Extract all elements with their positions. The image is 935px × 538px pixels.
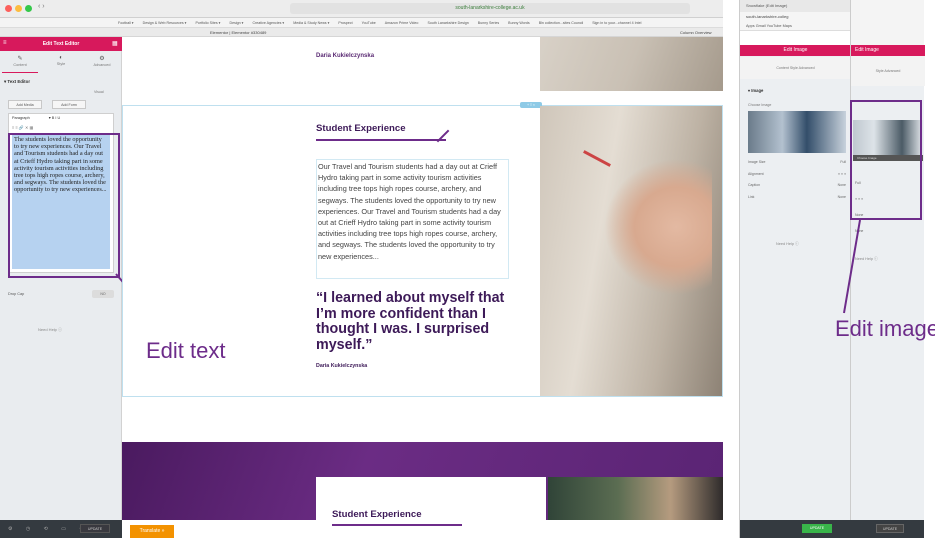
gear-icon: ⚙	[99, 56, 105, 62]
right-browser-window: Snowflake (Edit Image) south-lanarkshire…	[739, 0, 850, 538]
image-thumbnail[interactable]	[748, 111, 846, 153]
tab-style[interactable]: ◐ Style	[41, 51, 81, 73]
tab-label: Content	[13, 63, 27, 67]
bookmark-item[interactable]: Bunny Words	[508, 21, 530, 25]
right-panel-tabs[interactable]: Content Style Advanced	[740, 57, 850, 79]
window-crumb: Elementor | Elementor #330489 Column Ove…	[0, 28, 723, 37]
tab-label: Style	[56, 62, 66, 66]
format-select[interactable]: Paragraph	[12, 116, 30, 120]
pull-quote: “I learned about myself that I’m more co…	[316, 290, 505, 353]
overlay-panel-title: Edit Image	[851, 45, 925, 56]
section-toggle[interactable]: ▾ Text Editor	[4, 79, 30, 85]
right-need-help-link[interactable]: Need Help ⓘ	[776, 242, 799, 247]
photo-hand	[592, 147, 712, 307]
right-update-button[interactable]: UPDATE	[802, 524, 832, 533]
update-button[interactable]: UPDATE	[80, 524, 110, 533]
bookmark-item[interactable]: Bln collection...sites Council	[539, 21, 584, 25]
edit-image-annotation: Edit image	[835, 316, 935, 341]
minimize-window-icon[interactable]	[15, 5, 22, 12]
bookmark-item[interactable]: South Lanarkshire Design	[427, 21, 468, 25]
column-overview-link[interactable]: Column Overview	[680, 28, 712, 37]
quote-author: Daria Kukielczynska	[316, 363, 368, 369]
caption-row[interactable]: Caption None	[748, 180, 846, 192]
right-bookmarks: Apps Gmail YouTube Maps	[740, 22, 850, 31]
card-photo[interactable]	[548, 477, 723, 520]
field-value[interactable]: None	[838, 180, 846, 192]
field-label: Alignment	[748, 171, 764, 176]
field-label: Caption	[748, 183, 761, 187]
edit-text-highlight	[8, 133, 120, 278]
add-form-button[interactable]: Add Form	[52, 100, 86, 109]
visual-mode-toggle[interactable]: Visual	[94, 90, 104, 94]
overlay-top	[850, 0, 924, 45]
tab-content[interactable]: ✎ Content	[0, 51, 40, 73]
right-panel-footer	[740, 520, 850, 538]
tab-advanced[interactable]: ⚙ Advanced	[82, 51, 122, 73]
bookmark-item[interactable]: Football ▾	[118, 21, 134, 25]
title-bar: ‹ › south-lanarkshire-college.ac.uk	[0, 0, 723, 18]
card-underline	[332, 524, 462, 526]
menu-icon[interactable]: ≡	[3, 40, 7, 46]
add-media-button[interactable]: Add Media	[8, 100, 42, 109]
need-help-link[interactable]: Need Help ⓘ	[38, 327, 62, 333]
choose-image-label: Choose Image	[748, 103, 772, 107]
link-row[interactable]: Link None	[748, 192, 846, 204]
right-editor-panel: Edit Image Content Style Advanced ▾ Imag…	[740, 45, 850, 520]
edit-image-highlight	[850, 100, 922, 220]
bookmark-item[interactable]: Design ▾	[229, 21, 243, 25]
heading-underline	[316, 139, 446, 141]
overlay-update-button[interactable]: UPDATE	[876, 524, 904, 533]
field-value[interactable]: None	[838, 192, 846, 204]
card-heading: Student Experience	[332, 509, 422, 520]
drop-cap-label: Drop Cap	[8, 292, 25, 296]
image-section-toggle[interactable]: ▾ Image	[748, 88, 763, 93]
right-tab[interactable]: Snowflake (Edit Image)	[740, 0, 850, 12]
pencil-icon: ✎	[17, 56, 23, 62]
bookmark-item[interactable]: Prospect	[338, 21, 352, 25]
right-panel-title: Edit Image	[740, 45, 850, 56]
translate-button[interactable]: Translate »	[130, 525, 174, 538]
back-forward-icon[interactable]: ‹ ›	[38, 3, 45, 10]
bookmarks-bar: Football ▾ Design & Web Resources ▾ Portfo…	[0, 18, 723, 28]
editor-panel: Edit Text Editor ≡ ▦ ✎ Content ◐ Style ⚙ Ad…	[0, 37, 122, 520]
image-size-row[interactable]: Image Size Full	[748, 157, 846, 169]
main-browser-window: ‹ › south-lanarkshire-college.ac.uk Foot…	[0, 0, 723, 538]
page-canvas: Daria Kukielczynska + ⠿ × Student Experi…	[122, 37, 723, 520]
bookmark-item[interactable]: YouTube	[362, 21, 376, 25]
edit-text-annotation: Edit text	[146, 338, 226, 363]
page-title: Elementor | Elementor #330489	[210, 30, 267, 35]
bookmark-item[interactable]: Portfolio Sites ▾	[195, 21, 220, 25]
image-fields: Image Size Full Alignment ≡ ≡ ≡ Caption Non…	[748, 157, 846, 203]
top-author: Daria Kukielczynska	[316, 53, 375, 59]
bookmark-item[interactable]: Design & Web Resources ▾	[143, 21, 187, 25]
bookmark-item[interactable]: Sign in to your...channel 4 Intel	[592, 21, 641, 25]
address-bar[interactable]: south-lanarkshire-college.ac.uk	[290, 3, 690, 14]
alignment-row[interactable]: Alignment ≡ ≡ ≡	[748, 169, 846, 181]
edit-image-pointer	[843, 219, 861, 314]
active-tab-indicator	[2, 72, 38, 73]
body-text[interactable]: Our Travel and Tourism students had a da…	[316, 159, 509, 279]
bookmark-item[interactable]: Amazon Prime Video	[385, 21, 419, 25]
field-label: Link	[748, 194, 755, 199]
bookmark-item[interactable]: Bunny Series	[478, 21, 499, 25]
close-window-icon[interactable]	[5, 5, 12, 12]
grid-icon[interactable]: ▦	[112, 40, 118, 47]
field-value[interactable]: ≡ ≡ ≡	[838, 169, 846, 181]
field-label: Image Size	[748, 160, 766, 164]
bookmark-item[interactable]: Media & Study News ▾	[293, 21, 329, 25]
format-chevron-icon[interactable]: ▾ B I U	[49, 116, 60, 120]
right-address-bar[interactable]: south-lanarkshire-colleg	[740, 12, 850, 22]
maximize-window-icon[interactable]	[25, 5, 32, 12]
panel-title: Edit Text Editor	[0, 37, 122, 51]
field-value[interactable]: Full	[840, 157, 846, 169]
overlay-tabs[interactable]: Style Advanced	[851, 56, 925, 86]
section-handle[interactable]: + ⠿ ×	[520, 102, 542, 108]
editor-toolbar: Paragraph ▾ B I U	[9, 114, 113, 123]
contrast-icon: ◐	[59, 55, 63, 61]
section-heading: Student Experience	[316, 123, 406, 134]
editor-toolbar-row2[interactable]: ≡ ≡ 🔗 ✕ ▦	[9, 124, 113, 132]
top-photo[interactable]	[540, 37, 723, 91]
bookmark-item[interactable]: Creative Agencies ▾	[252, 21, 284, 25]
tab-label: Advanced	[93, 63, 111, 67]
